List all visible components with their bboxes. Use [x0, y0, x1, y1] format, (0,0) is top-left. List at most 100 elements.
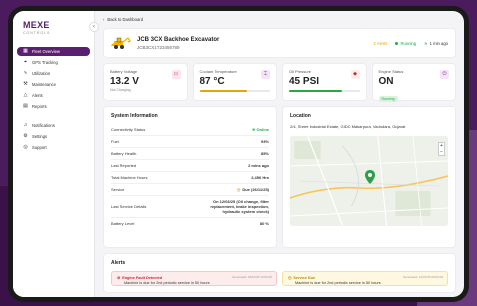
- alert-title-text: Service Due: [293, 275, 316, 280]
- info-label: Battery Level: [111, 221, 135, 226]
- sidebar-item-fleet-overview[interactable]: ▦ Fleet Overview: [17, 47, 90, 56]
- card-title: Location: [290, 113, 311, 119]
- last-update: ≋ 1 min ago: [424, 41, 448, 46]
- alert-message: Machine is due for 2nd periodic service …: [124, 281, 210, 285]
- laptop-frame: MEXE CONTROLS ‹ ▦ Fleet Overview ⌖ GPS T…: [8, 6, 469, 302]
- error-icon: ⊘: [117, 276, 121, 280]
- info-label: Last Service Details: [111, 204, 147, 209]
- metric-label: Battery Voltage: [110, 69, 138, 74]
- info-label: Last Reported: [111, 163, 137, 168]
- info-row-service: Service ◷ Due (26/11/25): [111, 184, 269, 196]
- info-label: Total Machine Hours: [111, 175, 148, 180]
- brand-logo[interactable]: MEXE CONTROLS: [17, 17, 90, 47]
- info-label: Battery Health: [111, 151, 137, 156]
- info-label: Fuel: [111, 139, 119, 144]
- running-status-label: Running: [400, 40, 417, 46]
- warning-icon: △: [23, 92, 28, 98]
- last-update-label: 1 min ago: [429, 40, 448, 46]
- sidebar-item-label: Fleet Overview: [32, 49, 60, 54]
- vehicle-info: JCB 3CX Backhoe Excavator JCB3CX1T234567…: [137, 37, 219, 50]
- service-value: Due (26/11/25): [242, 187, 269, 192]
- trend-icon: ∿: [23, 70, 28, 76]
- metric-label: Engine Status: [378, 69, 404, 74]
- sidebar-item-utilization[interactable]: ∿ Utilization: [17, 69, 90, 78]
- metric-subtext: Not Charging: [110, 88, 131, 92]
- location-card: Location 2/4, Shree Industrial Estate, G…: [282, 106, 456, 248]
- grid-icon: ▦: [23, 48, 28, 54]
- vehicle-id: JCB3CX1T23456789: [137, 44, 180, 50]
- gear-icon: ⚙: [23, 133, 28, 139]
- info-row-machine-hours: Total Machine Hours 2,456 Hrs: [111, 172, 269, 184]
- sidebar-item-gps-tracking[interactable]: ⌖ GPS Tracking: [17, 58, 90, 67]
- pin-icon: ⌖: [24, 59, 27, 65]
- info-value: ≋ Online: [252, 127, 269, 132]
- info-value: 2,456 Hrs: [251, 175, 269, 180]
- sidebar-item-label: GPS Tracking: [32, 60, 58, 65]
- sidebar-item-label: Reports: [32, 104, 47, 109]
- map-zoom-control[interactable]: + −: [438, 141, 445, 156]
- info-value: 93%: [260, 139, 269, 144]
- power-icon: ⏻: [440, 70, 449, 79]
- card-title: System Information: [111, 113, 158, 119]
- sidebar-item-maintenance[interactable]: ⚒ Maintenance: [17, 80, 90, 89]
- info-row-last-service: Last Service Details On 12/03/25 (Oil ch…: [111, 196, 269, 218]
- metric-battery-voltage: Battery Voltage 13.2 V Not Charging ▭: [103, 63, 188, 101]
- sidebar-item-label: Maintenance: [32, 82, 56, 87]
- location-address: 2/4, Shree Industrial Estate, GIDC Makar…: [290, 124, 406, 129]
- info-row-battery-level: Battery Level 80 %: [111, 218, 269, 229]
- wrench-icon: ⚒: [23, 81, 28, 87]
- logo-text: MEXE: [23, 20, 50, 30]
- sidebar-item-reports[interactable]: ▤ Reports: [17, 102, 90, 111]
- alerts-count-badge[interactable]: 2 Alerts: [374, 41, 388, 46]
- metrics-row: Battery Voltage 13.2 V Not Charging ▭ Co…: [103, 63, 456, 102]
- info-value: On 12/03/25 (Oil change, filter replacem…: [210, 199, 269, 214]
- alert-list: ⊘ Engine Fault Detected Machine is due fo…: [111, 271, 448, 286]
- sidebar-item-settings[interactable]: ⚙ Settings: [17, 132, 90, 141]
- sidebar-item-notifications[interactable]: ♫ Notifications: [17, 121, 90, 130]
- system-information-card: System Information Connectivity Status ≋…: [103, 106, 277, 248]
- coolant-progress-fill: [199, 90, 248, 92]
- alert-timestamp: Generated: 12/07/25 09:00:00: [402, 275, 443, 279]
- clock-icon: ◷: [236, 187, 241, 192]
- metric-value: 45 PSI: [289, 76, 320, 87]
- clock-icon: ◷: [288, 276, 292, 280]
- logo-subtext: CONTROLS: [23, 31, 51, 35]
- breadcrumb[interactable]: ‹ Back to Dashboard: [103, 16, 456, 22]
- alert-item[interactable]: ◷ Service Due Machine is due for 2nd peri…: [282, 271, 448, 286]
- metric-coolant-temperature: Coolant Temperature 87 °C ⌶: [192, 63, 277, 101]
- details-row: System Information Connectivity Status ≋…: [103, 106, 456, 248]
- metric-value: 87 °C: [199, 76, 225, 87]
- battery-icon: ▭: [171, 70, 181, 79]
- info-row-connectivity: Connectivity Status ≋ Online: [111, 124, 269, 136]
- app-screen: MEXE CONTROLS ‹ ▦ Fleet Overview ⌖ GPS T…: [13, 11, 464, 297]
- connectivity-value: Online: [256, 127, 269, 132]
- sidebar-item-label: Notifications: [32, 123, 55, 128]
- metric-label: Oil Pressure: [289, 69, 312, 74]
- alert-item[interactable]: ⊘ Engine Fault Detected Machine is due fo…: [111, 271, 277, 286]
- info-row-battery-health: Battery Health 85%: [111, 148, 269, 160]
- sidebar-item-alerts[interactable]: △ Alerts: [17, 91, 90, 100]
- running-status: Running: [395, 41, 416, 46]
- excavator-image: [111, 37, 131, 49]
- sidebar-item-label: Utilization: [32, 71, 51, 76]
- info-row-fuel: Fuel 93%: [111, 136, 269, 148]
- info-value: 85%: [260, 151, 269, 156]
- info-value: 2 mins ago: [248, 163, 269, 168]
- info-value: ◷ Due (26/11/25): [237, 187, 269, 192]
- help-icon: ◎: [23, 144, 28, 150]
- oil-pressure-progress-fill: [289, 90, 342, 92]
- vehicle-title: JCB 3CX Backhoe Excavator: [137, 36, 220, 43]
- back-to-dashboard-link[interactable]: Back to Dashboard: [107, 17, 143, 22]
- engine-running-chip: Running: [378, 96, 398, 102]
- location-pin-icon: [365, 169, 375, 184]
- oil-pressure-progress-bar: [289, 90, 360, 92]
- card-title: Alerts: [111, 260, 126, 266]
- oil-drop-icon: ◆: [350, 70, 360, 79]
- location-map[interactable]: + −: [290, 135, 448, 226]
- back-arrow-icon: ‹: [103, 16, 105, 22]
- thermometer-icon: ⌶: [261, 70, 270, 79]
- coolant-progress-bar: [199, 90, 270, 92]
- main-content: ‹ Back to Dashboard JCB 3CX Backhoe Exca…: [95, 11, 464, 297]
- info-label: Service: [111, 187, 125, 192]
- sidebar-item-support[interactable]: ◎ Support: [17, 143, 90, 152]
